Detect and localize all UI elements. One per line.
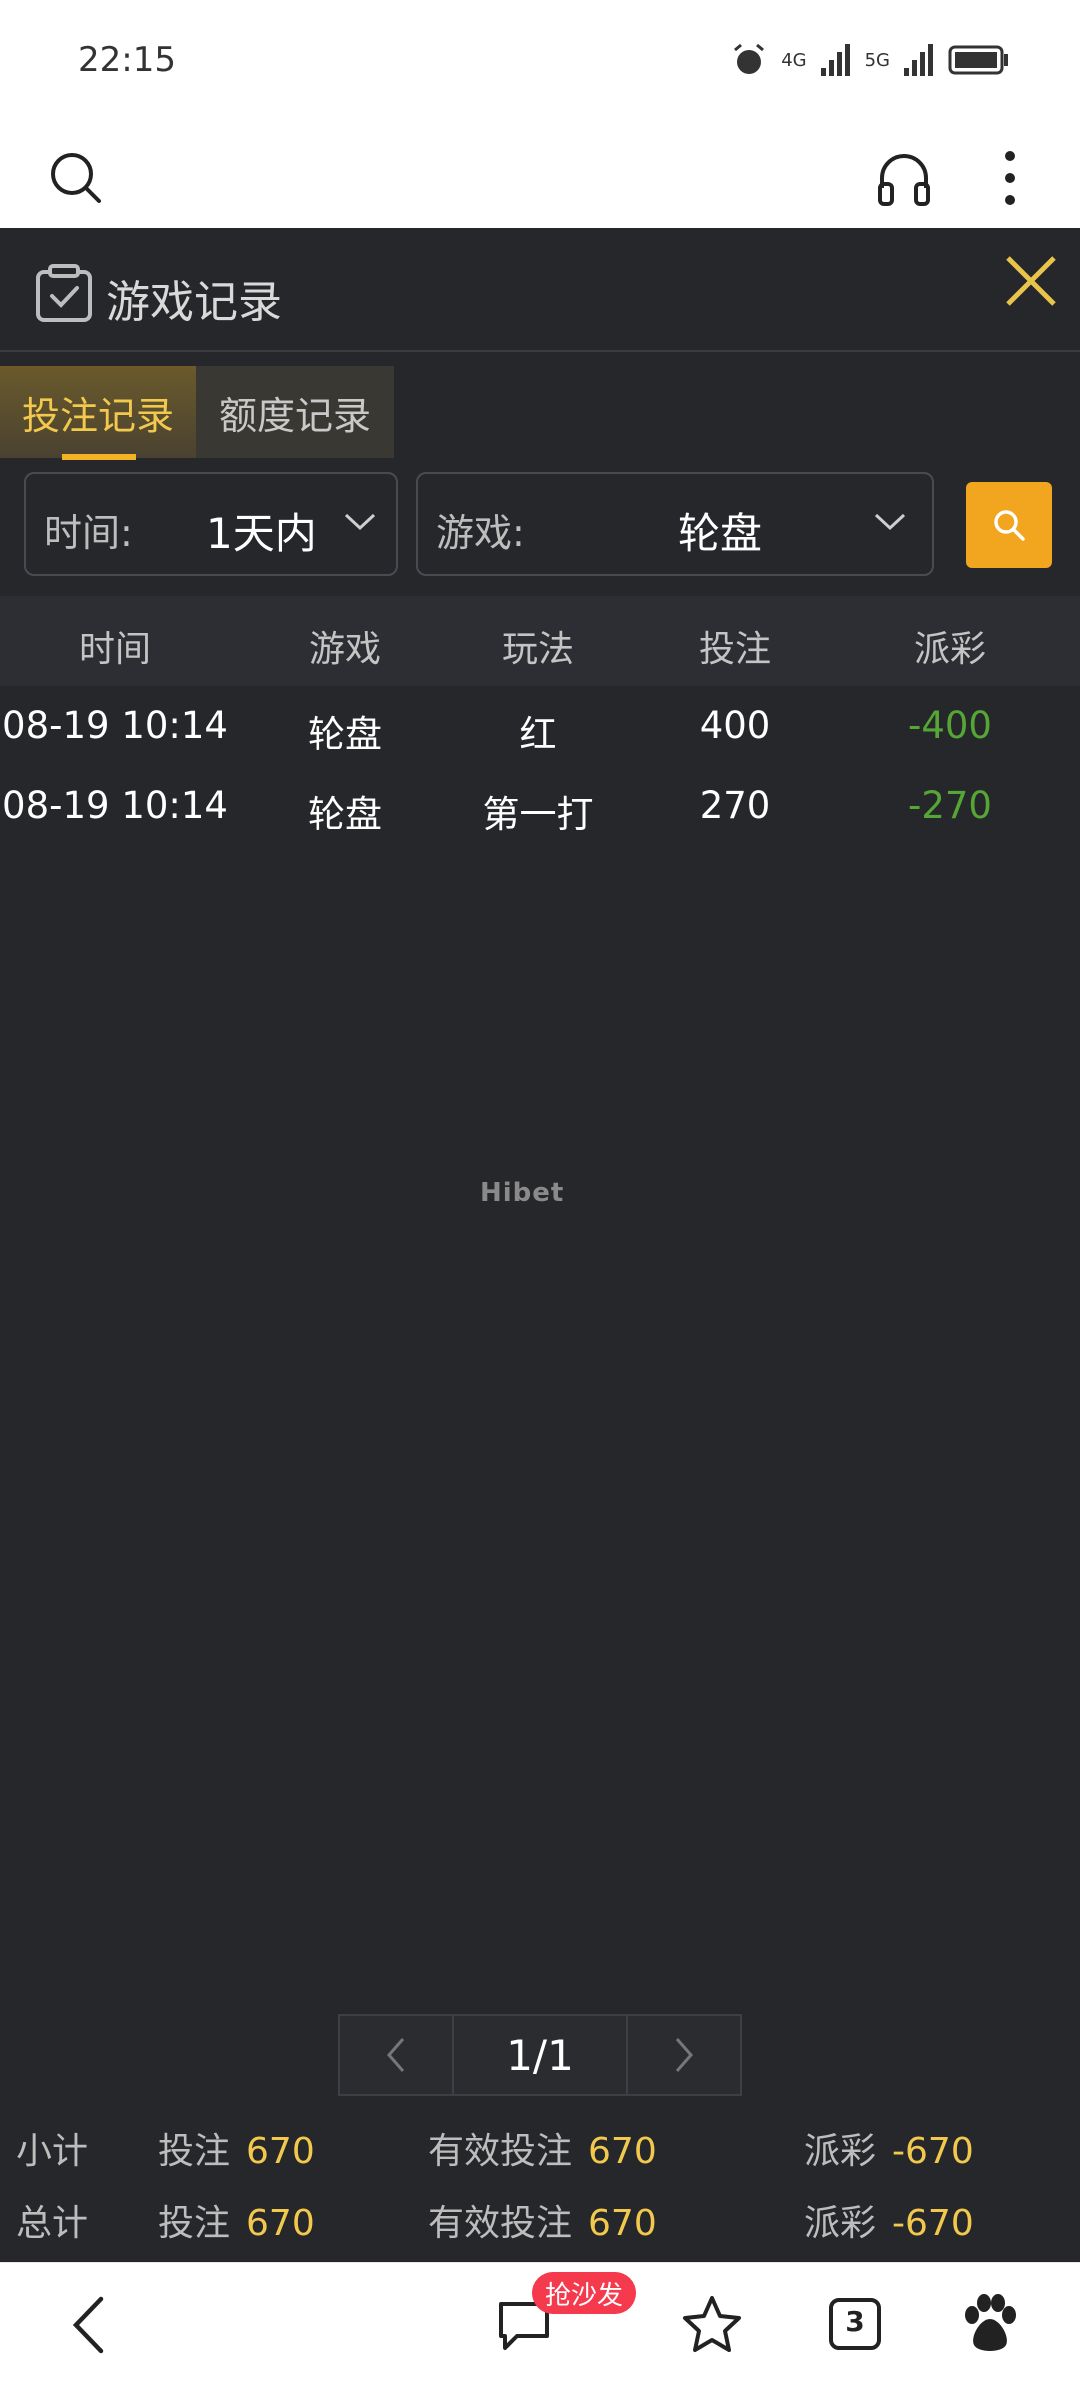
more-vertical-icon	[1005, 151, 1015, 205]
column-header-payout: 派彩	[913, 629, 986, 670]
prev-page-button[interactable]	[338, 2014, 454, 2096]
star-icon	[683, 2296, 741, 2352]
total-bet: 投注 670	[158, 2194, 315, 2246]
close-button[interactable]	[1000, 250, 1062, 312]
signal-bars-icon-2	[904, 44, 933, 76]
time-filter-select[interactable]: 时间: 1天内	[24, 472, 398, 576]
chevron-down-icon	[344, 513, 376, 531]
total-payout: 派彩 -670	[804, 2194, 974, 2246]
browser-toolbar	[0, 120, 1080, 228]
search-icon	[51, 153, 101, 203]
cell-play: 第一打	[482, 793, 594, 836]
subtotal-valid-bet: 有效投注 670	[428, 2122, 657, 2174]
next-page-button[interactable]	[626, 2014, 742, 2096]
cell-time: 08-19 10:14	[2, 784, 228, 827]
game-filter-select[interactable]: 游戏: 轮盘	[416, 472, 934, 576]
status-time: 22:15	[78, 40, 176, 80]
cell-game: 轮盘	[308, 713, 382, 756]
battery-icon	[948, 45, 1008, 75]
alarm-icon	[734, 43, 765, 74]
subtotal-valid-label: 有效投注	[428, 2131, 573, 2172]
tab-bet-record[interactable]: 投注记录	[0, 366, 196, 458]
subtotal-valid-value: 670	[588, 2131, 657, 2172]
total-label: 总计	[16, 2203, 89, 2244]
total-valid-bet: 有效投注 670	[428, 2194, 657, 2246]
time-filter-label: 时间:	[44, 511, 133, 555]
subtotal-payout-value: -670	[892, 2131, 974, 2172]
total-bet-label: 投注	[158, 2203, 231, 2244]
signal-4g-label: 4G	[781, 49, 807, 71]
subtotal-bet: 投注 670	[158, 2122, 315, 2174]
back-arrow-icon	[72, 2296, 104, 2354]
comment-badge: 抢沙发	[532, 2272, 636, 2314]
cell-play: 红	[519, 713, 557, 756]
game-filter-label: 游戏:	[436, 511, 525, 555]
baidu-paw-icon	[965, 2294, 1016, 2351]
status-bar: 22:15 4G 5G	[0, 0, 1080, 120]
signal-bars-icon	[820, 44, 850, 76]
total-valid-label: 有效投注	[428, 2203, 573, 2244]
search-icon	[994, 510, 1025, 541]
subtotal-label: 小计	[16, 2131, 89, 2172]
table-row: 08-19 10:14 轮盘 红 400 -400	[0, 686, 1080, 766]
tabs-button[interactable]: 3	[822, 2291, 888, 2357]
cell-bet: 270	[699, 784, 771, 827]
total-payout-value: -670	[892, 2203, 974, 2244]
back-button[interactable]	[56, 2289, 120, 2361]
panel-header: 游戏记录	[0, 228, 1080, 352]
cell-game: 轮盘	[308, 793, 382, 836]
total-payout-label: 派彩	[804, 2203, 877, 2244]
game-record-panel: 游戏记录 投注记录 额度记录 时间: 1天内 游戏: 轮盘 时间 游戏 玩法 投…	[0, 228, 1080, 2262]
cell-payout: -270	[908, 784, 992, 827]
column-header-time: 时间	[78, 629, 151, 670]
panel-title: 游戏记录	[106, 277, 282, 328]
status-icons: 4G 5G	[731, 42, 1010, 78]
favorite-button[interactable]	[676, 2289, 748, 2361]
subtotal-bet-label: 投注	[158, 2131, 231, 2172]
column-header-bet: 投注	[698, 629, 771, 670]
page-indicator: 1/1	[452, 2014, 628, 2096]
table-header: 时间 游戏 玩法 投注 派彩	[0, 596, 1080, 686]
close-icon	[1006, 256, 1056, 306]
subtotal-payout: 派彩 -670	[804, 2122, 974, 2174]
active-tab-indicator	[62, 454, 136, 460]
total-valid-value: 670	[588, 2203, 657, 2244]
cell-time: 08-19 10:14	[2, 704, 228, 747]
game-filter-value: 轮盘	[678, 509, 763, 558]
chevron-left-icon	[387, 2038, 405, 2072]
more-menu-button[interactable]	[990, 144, 1030, 212]
tab-credit-record[interactable]: 额度记录	[196, 366, 394, 458]
chevron-right-icon	[675, 2038, 693, 2072]
headphones-icon	[878, 154, 930, 206]
time-filter-value: 1天内	[206, 509, 317, 558]
clipboard-check-icon	[36, 264, 92, 322]
total-bet-value: 670	[246, 2203, 315, 2244]
subtotal-row: 小计 投注 670 有效投注 670 派彩 -670	[0, 2108, 1080, 2178]
table-row: 08-19 10:14 轮盘 第一打 270 -270	[0, 766, 1080, 846]
headphones-button[interactable]	[870, 144, 938, 212]
subtotal-payout-label: 派彩	[804, 2131, 877, 2172]
total-row: 总计 投注 670 有效投注 670 派彩 -670	[0, 2180, 1080, 2250]
subtotal-bet-value: 670	[246, 2131, 315, 2172]
cell-bet: 400	[699, 704, 771, 747]
search-button[interactable]	[44, 146, 108, 210]
cell-payout: -400	[908, 704, 992, 747]
column-header-game: 游戏	[308, 629, 381, 670]
chevron-down-icon	[874, 513, 906, 531]
baidu-home-button[interactable]	[954, 2287, 1026, 2359]
tab-count: 3	[845, 2305, 865, 2338]
signal-5g-label: 5G	[864, 49, 890, 71]
column-header-play: 玩法	[501, 629, 574, 670]
search-records-button[interactable]	[966, 482, 1052, 568]
watermark-logo: Hibet	[480, 1178, 565, 1208]
